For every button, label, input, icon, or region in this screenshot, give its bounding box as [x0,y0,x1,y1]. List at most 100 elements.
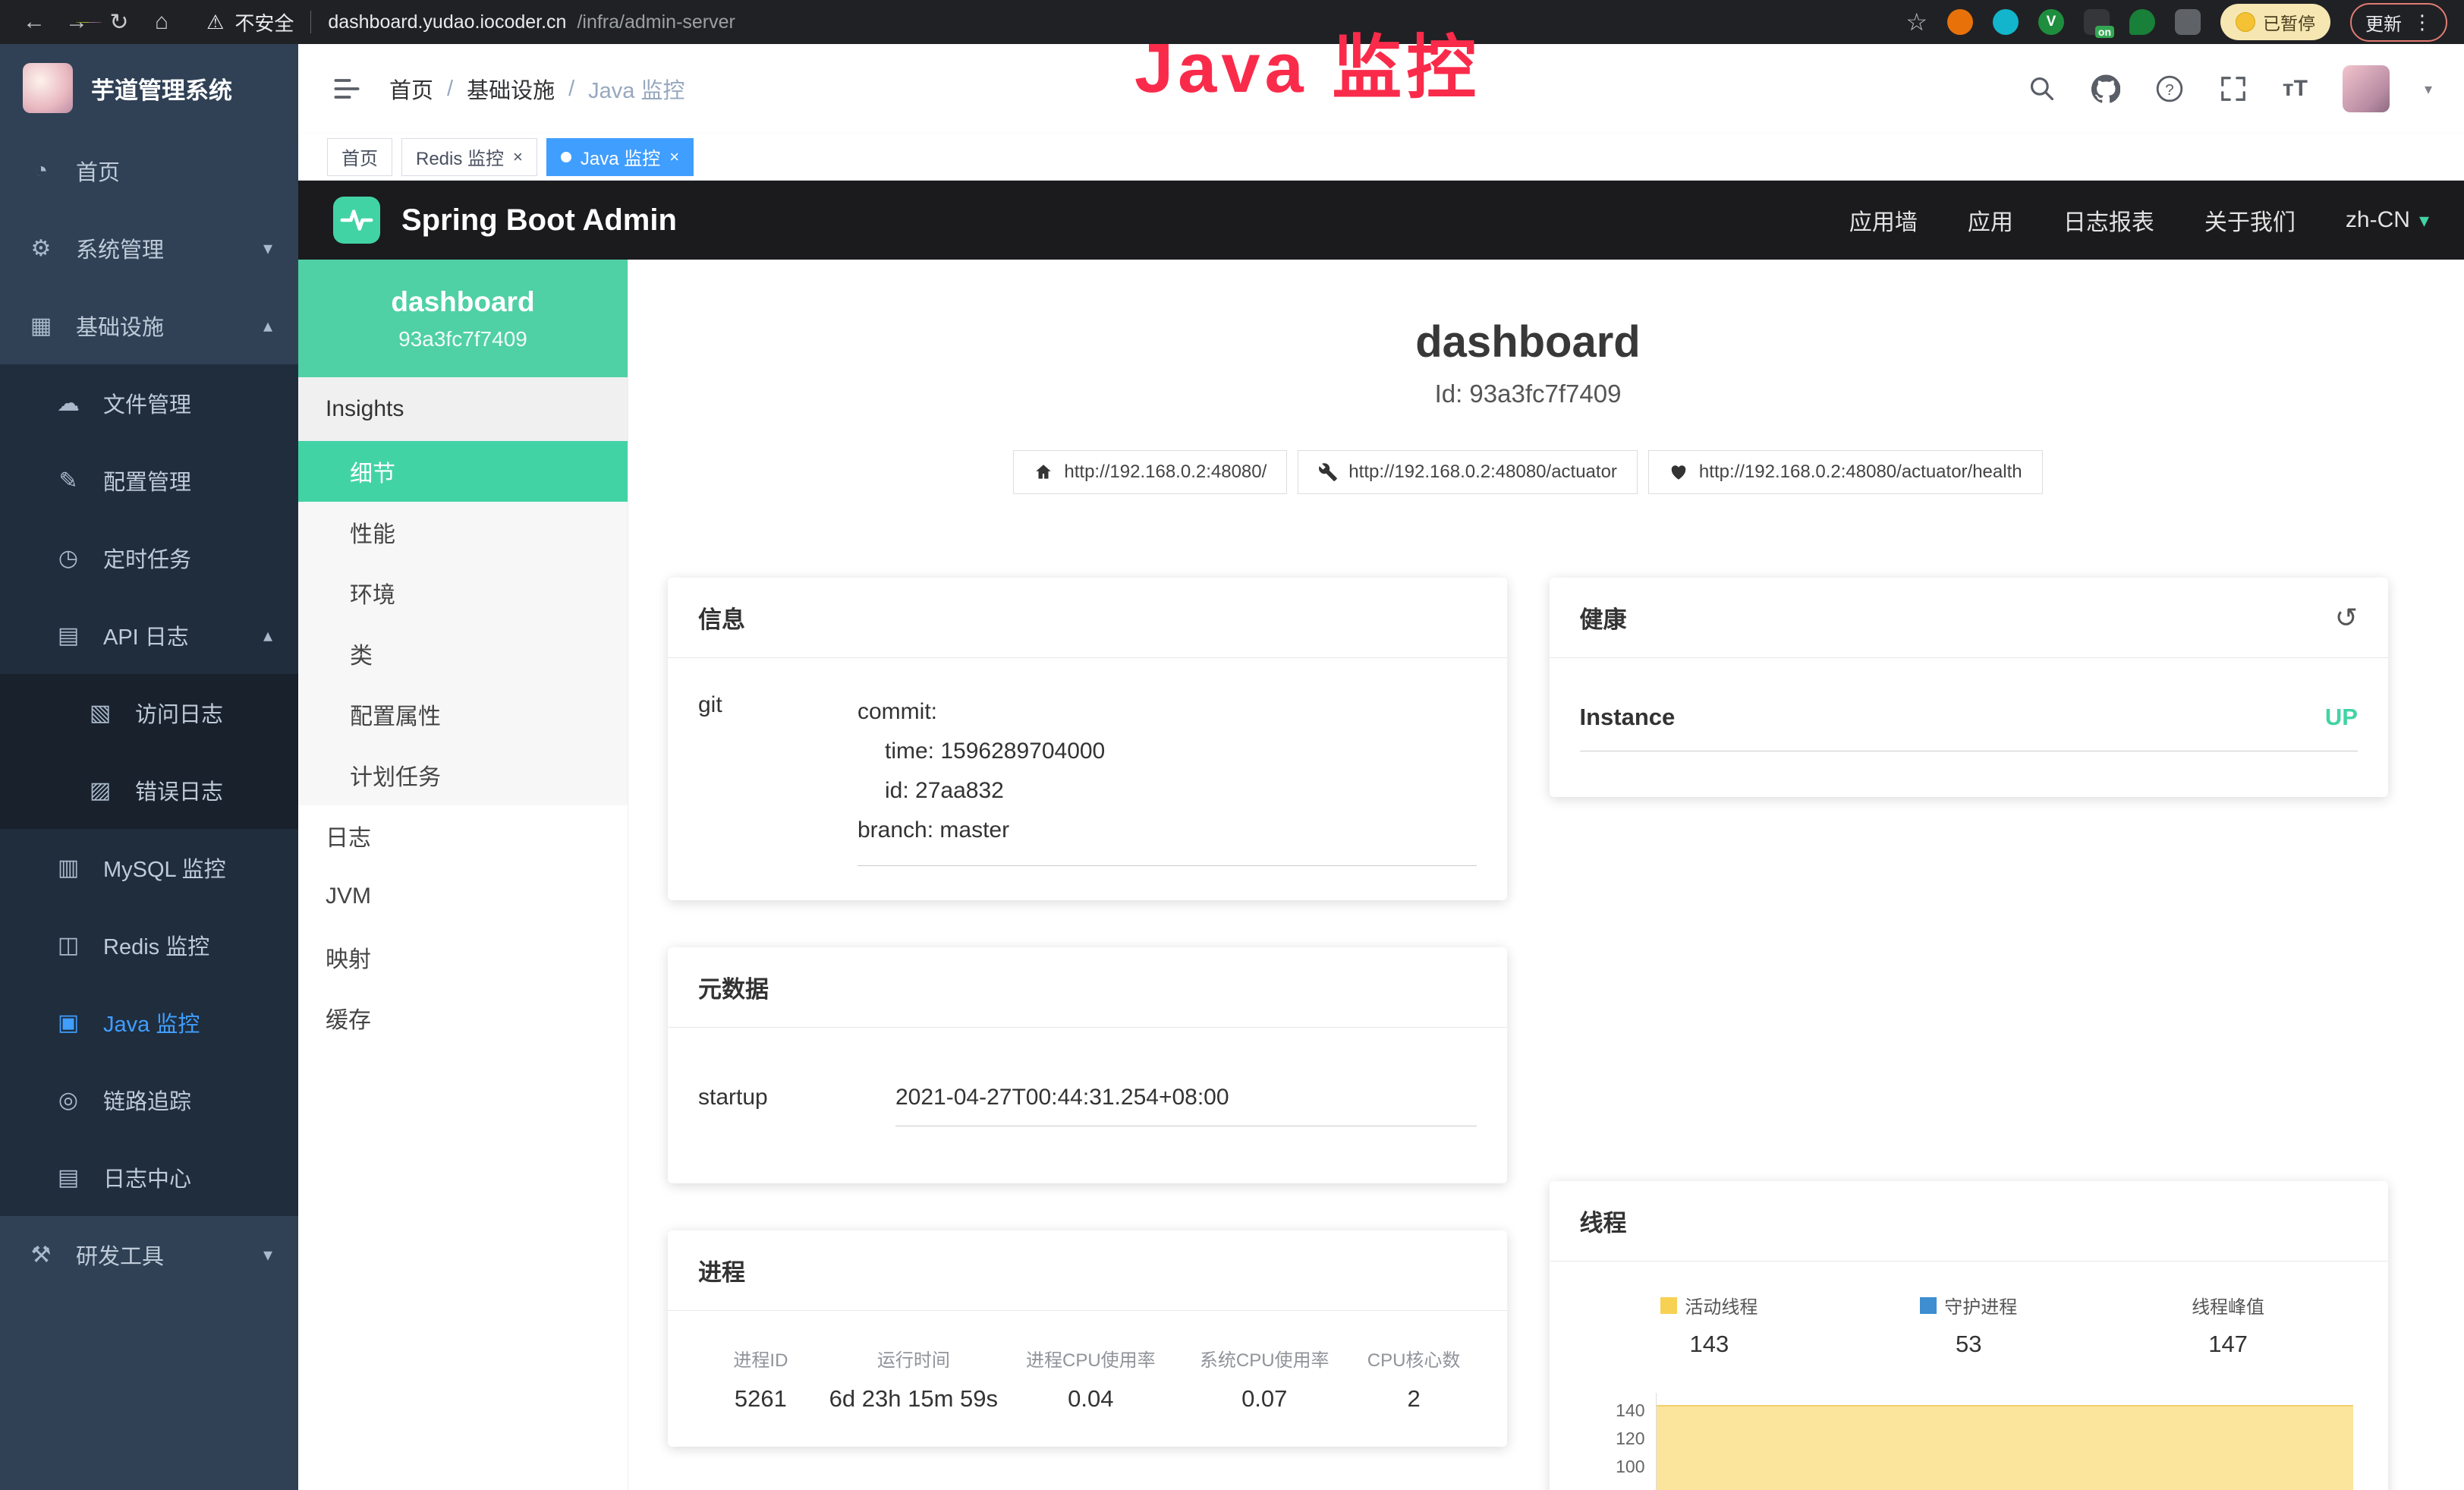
instance-header[interactable]: dashboard 93a3fc7f7409 [298,260,628,377]
tab-java-monitor[interactable]: Java 监控 × [546,138,694,176]
chevron-down-icon[interactable]: ▾ [2425,80,2432,99]
breadcrumb-current: Java 监控 [588,73,684,105]
sidebar-item-scheduled-tasks[interactable]: 计划任务 [298,745,628,805]
help-icon[interactable]: ? [2155,74,2184,103]
sidebar-item-loggers[interactable]: 日志 [298,805,628,866]
sidebar-item-system[interactable]: ⚙ 系统管理 ▾ [0,209,298,287]
metadata-key: startup [698,1085,895,1126]
document-icon: ▤ [53,1164,83,1191]
tab-redis-monitor[interactable]: Redis 监控 × [401,138,537,176]
sidebar-item-tracing[interactable]: ◎ 链路追踪 [0,1061,298,1139]
user-avatar[interactable] [2343,65,2390,112]
sidebar-item-redis[interactable]: ◫ Redis 监控 [0,906,298,984]
on-badge: on [2095,26,2114,38]
breadcrumb-separator: / [568,77,574,102]
paused-badge[interactable]: 已暂停 [2220,4,2330,40]
health-url-link[interactable]: http://192.168.0.2:48080/actuator/health [1648,450,2043,494]
system-cpu: 0.07 [1178,1385,1352,1413]
insights-group: Insights 细节 性能 环境 类 配置属性 计划任务 [298,377,628,805]
sidebar-item-mappings[interactable]: 映射 [298,927,628,988]
home-icon[interactable]: ⌂ [144,5,179,39]
sba-nav-journal[interactable]: 日志报表 [2063,203,2154,237]
sidebar-item-jvm[interactable]: JVM [298,866,628,927]
sidebar-item-label: 配置管理 [103,465,191,496]
sba-logo-icon[interactable] [333,197,380,244]
extension-icon[interactable] [2129,9,2155,35]
sba-title[interactable]: Spring Boot Admin [401,203,677,238]
kebab-menu-icon[interactable]: ⋮ [2412,11,2432,34]
column-header: 进程ID [698,1345,823,1372]
history-icon[interactable]: ↺ [2335,602,2358,634]
sidebar-item-infra[interactable]: ▦ 基础设施 ▴ [0,287,298,364]
divider [310,11,311,33]
sidebar-item-java-monitor[interactable]: ▣ Java 监控 [0,984,298,1061]
tab-home[interactable]: 首页 [327,138,392,176]
sidebar-item-home[interactable]: ◔ 首页 [0,132,298,209]
breadcrumb-infra[interactable]: 基础设施 [467,73,555,105]
extension-icon[interactable] [1947,9,1973,35]
github-icon[interactable] [2091,74,2120,103]
sidebar-item-error-log[interactable]: ▨ 错误日志 [0,751,298,829]
sba-nav-applications[interactable]: 应用 [1968,203,2013,237]
paused-label: 已暂停 [2263,9,2315,35]
breadcrumb-home[interactable]: 首页 [389,73,433,105]
sidebar-item-caches[interactable]: 缓存 [298,988,628,1048]
chevron-up-icon: ▴ [263,625,272,647]
legend-label: 活动线程 [1685,1292,1758,1318]
sidebar-item-label: API 日志 [103,619,189,651]
service-url-link[interactable]: http://192.168.0.2:48080/ [1013,450,1287,494]
sidebar-item-beans[interactable]: 类 [298,623,628,684]
extension-icon[interactable]: on [2084,9,2110,35]
card-title: 元数据 [668,947,1507,1028]
cloud-icon: ☁ [53,390,83,417]
app-logo[interactable]: 芋道管理系统 [0,44,298,132]
update-button[interactable]: 更新 ⋮ [2350,3,2447,42]
hamburger-icon[interactable] [330,72,363,106]
bookmark-star-icon[interactable]: ☆ [1905,8,1927,36]
search-icon[interactable] [2028,74,2056,103]
sidebar-item-label: Java 监控 [103,1006,200,1038]
card-title: 信息 [668,578,1507,658]
sidebar-item-jobs[interactable]: ◷ 定时任务 [0,519,298,597]
sidebar-item-metrics[interactable]: 性能 [298,502,628,562]
uptime: 6d 23h 15m 59s [823,1385,1004,1413]
sidebar-item-mysql[interactable]: ▥ MySQL 监控 [0,829,298,906]
document-icon: ▧ [85,700,115,726]
process-card: 进程 进程ID5261 运行时间6d 23h 15m 59s 进程CPU使用率0… [668,1230,1507,1447]
close-icon[interactable]: × [669,147,679,167]
insights-group-header[interactable]: Insights [298,377,628,441]
language-label: zh-CN [2346,207,2410,233]
svg-text:?: ? [2165,81,2173,99]
sidebar-item-config[interactable]: ✎ 配置管理 [0,442,298,519]
language-select[interactable]: zh-CN ▾ [2346,207,2429,233]
dashboard-icon: ◔ [26,158,56,184]
close-icon[interactable]: × [513,147,523,167]
extension-icon[interactable]: V [2038,9,2064,35]
extension-icon[interactable] [1993,9,2019,35]
actuator-url-link[interactable]: http://192.168.0.2:48080/actuator [1298,450,1638,494]
sba-nav-about[interactable]: 关于我们 [2204,203,2296,237]
y-tick: 100 [1580,1457,1645,1477]
sidebar-item-access-log[interactable]: ▧ 访问日志 [0,674,298,751]
link-label: http://192.168.0.2:48080/actuator [1348,461,1617,483]
back-icon[interactable]: ← [17,5,52,39]
instance-links: http://192.168.0.2:48080/ http://192.168… [668,450,2388,494]
column-header: 系统CPU使用率 [1178,1345,1352,1372]
sidebar-item-dev-tools[interactable]: ⚒ 研发工具 ▾ [0,1216,298,1293]
sidebar-item-files[interactable]: ☁ 文件管理 [0,364,298,442]
font-size-icon[interactable]: тT [2283,76,2308,102]
sidebar-item-api-log[interactable]: ▤ API 日志 ▴ [0,597,298,674]
sba-nav-wallboard[interactable]: 应用墙 [1849,203,1918,237]
extensions-puzzle-icon[interactable] [2175,9,2201,35]
sidebar-item-details[interactable]: 细节 [298,441,628,502]
reload-icon[interactable]: ↻ [102,5,137,39]
sidebar-item-label: 定时任务 [103,542,191,574]
sidebar-item-log-center[interactable]: ▤ 日志中心 [0,1139,298,1216]
sidebar-item-config-props[interactable]: 配置属性 [298,684,628,745]
address-bar[interactable]: ⚠ 不安全 dashboard.yudao.iocoder.cn/infra/a… [206,8,735,36]
info-key: git [698,692,858,866]
fullscreen-icon[interactable] [2219,74,2248,103]
extension-icon[interactable] [76,22,102,23]
sidebar-item-environment[interactable]: 环境 [298,562,628,623]
active-threads-area [1657,1405,2354,1490]
